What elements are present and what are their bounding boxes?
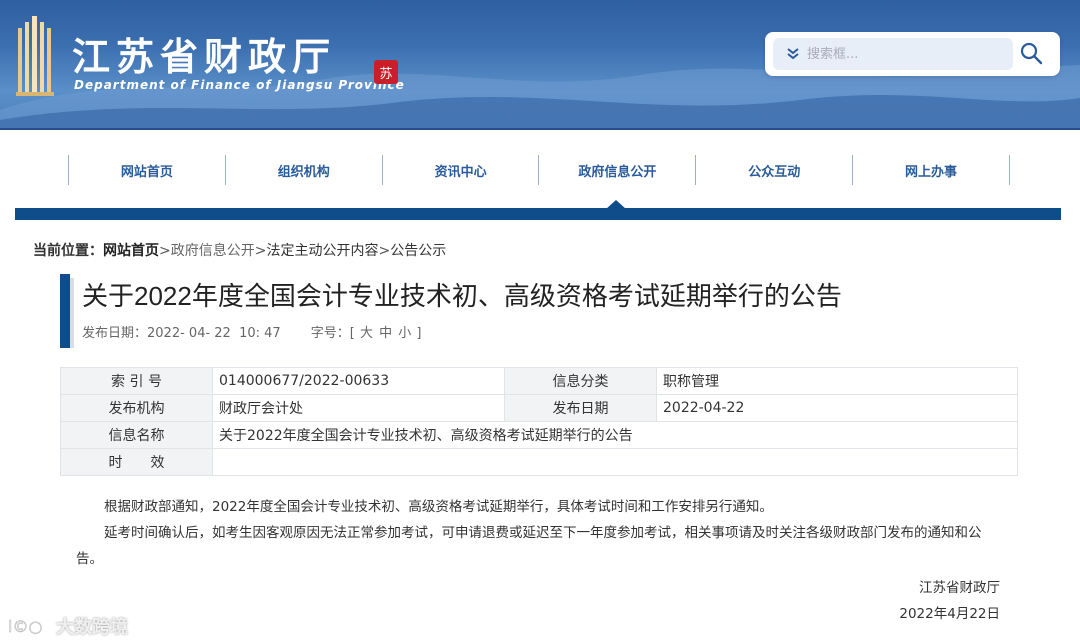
info-table: 索 引 号 014000677/2022-00633 信息分类 职称管理 发布机…	[60, 367, 1018, 476]
validity-key: 时 效	[60, 448, 213, 476]
breadcrumb-legal-disclosure-link[interactable]: 法定主动公开内容	[266, 243, 378, 259]
breadcrumb-current[interactable]: 公告公示	[390, 243, 446, 259]
font-size-small-button[interactable]: 小	[398, 326, 411, 341]
body-paragraph-1: 根据财政部通知，2022年度全国会计专业技术初、高级资格考试延期举行，具体考试时…	[104, 499, 773, 515]
site-subtitle: Department of Finance of Jiangsu Provinc…	[74, 78, 405, 92]
index-number-key: 索 引 号	[60, 367, 213, 395]
nav-item-organization[interactable]: 组织机构	[224, 155, 382, 185]
nav-item-interaction[interactable]: 公众互动	[695, 155, 852, 185]
chevron-down-icon[interactable]	[785, 47, 801, 61]
building-logo-icon	[16, 16, 54, 96]
article-body: 根据财政部通知，2022年度全国会计专业技术初、高级资格考试延期举行，具体考试时…	[76, 494, 1006, 572]
nav-item-news[interactable]: 资讯中心	[381, 155, 539, 185]
category-value: 职称管理	[656, 367, 1018, 395]
breadcrumb-separator: >	[159, 243, 171, 259]
search-field-wrapper	[773, 38, 1013, 70]
main-nav: 网站首页 组织机构 资讯中心 政府信息公开 公众互动 网上办事	[68, 155, 1010, 185]
breadcrumb-home-link[interactable]: 网站首页	[103, 243, 159, 259]
font-size-bracket-close: ]	[416, 326, 422, 341]
watermark-logo-icon: l©○	[8, 617, 43, 636]
font-size-label: 字号：	[310, 326, 350, 341]
search-box	[765, 32, 1060, 76]
publish-date-label: 发布日期：	[82, 326, 148, 341]
publish-date-key: 发布日期	[504, 394, 657, 422]
publisher-value: 财政厅会计处	[212, 394, 505, 422]
svg-text:l©○: l©○	[8, 617, 42, 636]
body-paragraph-2: 延考时间确认后，如考生因客观原因无法正常参加考试，可申请退费或延迟至下一年度参加…	[76, 525, 982, 567]
table-row: 时 效	[60, 448, 1018, 476]
sign-date: 2022年4月22日	[899, 606, 1000, 622]
title-accent-shadow	[70, 278, 74, 348]
search-input[interactable]	[807, 42, 1007, 66]
font-size-large-button[interactable]: 大	[360, 326, 373, 341]
table-row: 信息名称 关于2022年度全国会计专业技术初、高级资格考试延期举行的公告	[60, 421, 1018, 449]
breadcrumb-label: 当前位置：	[33, 243, 103, 259]
validity-value	[212, 448, 1018, 476]
search-icon[interactable]	[1019, 41, 1045, 67]
title-accent-bar	[60, 274, 70, 348]
breadcrumb-separator: >	[254, 243, 267, 259]
watermark-text: 大数跨境	[56, 617, 128, 638]
table-row: 发布机构 财政厅会计处 发布日期 2022-04-22	[60, 394, 1018, 422]
font-size-bracket-open: [	[349, 326, 355, 341]
province-seal: 苏	[374, 60, 398, 84]
article-meta: 发布日期：2022- 04- 22 10: 47 字号：[ 大 中 小 ]	[82, 322, 421, 341]
breadcrumb-gov-info-link[interactable]: 政府信息公开	[171, 243, 255, 259]
article-title: 关于2022年度全国会计专业技术初、高级资格考试延期举行的公告	[82, 281, 842, 311]
breadcrumb-separator: >	[378, 243, 391, 259]
font-size-medium-button[interactable]: 中	[379, 326, 392, 341]
publish-date-value: 2022- 04- 22 10: 47	[147, 326, 281, 341]
info-name-value: 关于2022年度全国会计专业技术初、高级资格考试延期举行的公告	[212, 421, 1018, 449]
nav-item-home[interactable]: 网站首页	[68, 155, 225, 185]
info-name-key: 信息名称	[60, 421, 213, 449]
site-title: 江苏省财政厅	[72, 34, 337, 79]
publish-date-cell: 2022-04-22	[656, 394, 1018, 422]
watermark: l©○ 大数跨境	[8, 612, 128, 640]
header-banner: 江苏省财政厅 Department of Finance of Jiangsu …	[0, 0, 1080, 130]
index-number-value: 014000677/2022-00633	[212, 367, 505, 395]
category-key: 信息分类	[504, 367, 657, 395]
publisher-key: 发布机构	[60, 394, 213, 422]
nav-item-online-service[interactable]: 网上办事	[852, 155, 1010, 185]
table-row: 索 引 号 014000677/2022-00633 信息分类 职称管理	[60, 367, 1018, 395]
breadcrumb: 当前位置：网站首页>政府信息公开>法定主动公开内容>公告公示	[33, 240, 446, 260]
nav-underline-bar	[15, 208, 1061, 220]
article-header: 关于2022年度全国会计专业技术初、高级资格考试延期举行的公告 发布日期：202…	[60, 270, 1020, 350]
signer: 江苏省财政厅	[919, 580, 1000, 596]
nav-item-gov-info[interactable]: 政府信息公开	[538, 155, 695, 185]
